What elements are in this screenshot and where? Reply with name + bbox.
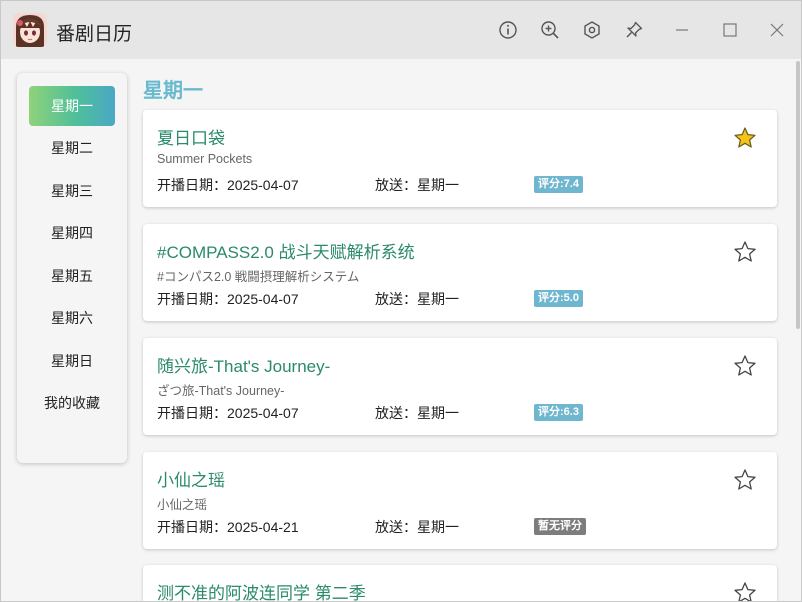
sidebar-item-label: 星期二: [51, 140, 93, 156]
sidebar-item-label: 星期日: [51, 353, 93, 369]
rating-badge: 评分:7.4: [534, 176, 583, 193]
minimize-icon[interactable]: [670, 18, 694, 42]
maximize-icon[interactable]: [718, 18, 742, 42]
sidebar-item-wednesday[interactable]: 星期三: [29, 171, 115, 211]
sidebar-item-friday[interactable]: 星期五: [29, 256, 115, 296]
rating-badge: 评分:6.3: [534, 404, 583, 421]
rating-badge: 评分:5.0: [534, 290, 583, 307]
sidebar-item-monday[interactable]: 星期一: [29, 86, 115, 126]
anime-title[interactable]: 小仙之瑶: [157, 466, 225, 491]
sidebar-item-label: 星期三: [51, 183, 93, 199]
premiere-date: 开播日期：2025-04-07: [157, 291, 299, 307]
anime-original-title: ざつ旅-That's Journey-: [157, 384, 285, 398]
app-window: 番剧日历 星期一 星期二 星期三 星期四 星期五 星期六 星期日 我的收藏 星期…: [0, 0, 802, 602]
sidebar-item-label: 星期六: [51, 310, 93, 326]
settings-icon[interactable]: [580, 18, 604, 42]
sidebar-item-saturday[interactable]: 星期六: [29, 298, 115, 338]
favorite-star-filled-icon[interactable]: [733, 126, 757, 150]
rating-badge: 暂无评分: [534, 518, 586, 535]
anime-card[interactable]: 小仙之瑶 小仙之瑶 开播日期：2025-04-21 放送：星期一 暂无评分: [143, 452, 777, 549]
day-heading: 星期一: [143, 80, 203, 102]
app-avatar-icon: [13, 13, 47, 47]
close-icon[interactable]: [765, 18, 789, 42]
air-day: 放送：星期一: [375, 405, 459, 421]
premiere-date: 开播日期：2025-04-07: [157, 177, 299, 193]
sidebar-item-label: 星期四: [51, 225, 93, 241]
anime-title[interactable]: 随兴旅-That's Journey-: [157, 352, 330, 377]
air-day: 放送：星期一: [375, 291, 459, 307]
scrollbar-thumb[interactable]: [796, 61, 800, 329]
air-day: 放送：星期一: [375, 519, 459, 535]
zoom-in-icon[interactable]: [538, 18, 562, 42]
anime-title[interactable]: #COMPASS2.0 战斗天赋解析系统: [157, 238, 415, 263]
sidebar-item-thursday[interactable]: 星期四: [29, 213, 115, 253]
favorite-star-outline-icon[interactable]: [733, 240, 757, 264]
anime-card[interactable]: 夏日口袋 Summer Pockets 开播日期：2025-04-07 放送：星…: [143, 110, 777, 207]
air-day: 放送：星期一: [375, 177, 459, 193]
anime-card[interactable]: 随兴旅-That's Journey- ざつ旅-That's Journey- …: [143, 338, 777, 435]
sidebar-item-label: 星期一: [51, 98, 93, 114]
anime-title[interactable]: 测不准的阿波连同学 第二季: [157, 579, 366, 601]
premiere-date: 开播日期：2025-04-07: [157, 405, 299, 421]
info-icon[interactable]: [496, 18, 520, 42]
anime-card[interactable]: 测不准的阿波连同学 第二季: [143, 565, 777, 601]
sidebar-item-tuesday[interactable]: 星期二: [29, 128, 115, 168]
anime-original-title: #コンパス2.0 戦闘摂理解析システム: [157, 270, 360, 284]
favorite-star-outline-icon[interactable]: [733, 354, 757, 378]
premiere-date: 开播日期：2025-04-21: [157, 519, 299, 535]
anime-original-title: Summer Pockets: [157, 152, 253, 166]
pin-icon[interactable]: [622, 18, 646, 42]
sidebar-item-label: 星期五: [51, 268, 93, 284]
anime-original-title: 小仙之瑶: [157, 498, 208, 512]
app-title: 番剧日历: [56, 24, 133, 45]
anime-title[interactable]: 夏日口袋: [157, 124, 225, 149]
weekday-sidebar: 星期一 星期二 星期三 星期四 星期五 星期六 星期日 我的收藏: [17, 73, 127, 463]
sidebar-item-label: 我的收藏: [44, 395, 100, 411]
anime-card[interactable]: #COMPASS2.0 战斗天赋解析系统 #コンパス2.0 戦闘摂理解析システム…: [143, 224, 777, 321]
sidebar-item-favorites[interactable]: 我的收藏: [29, 383, 115, 423]
favorite-star-outline-icon[interactable]: [733, 468, 757, 492]
title-bar[interactable]: 番剧日历: [1, 1, 801, 59]
favorite-star-outline-icon[interactable]: [733, 581, 757, 601]
sidebar-item-sunday[interactable]: 星期日: [29, 341, 115, 381]
